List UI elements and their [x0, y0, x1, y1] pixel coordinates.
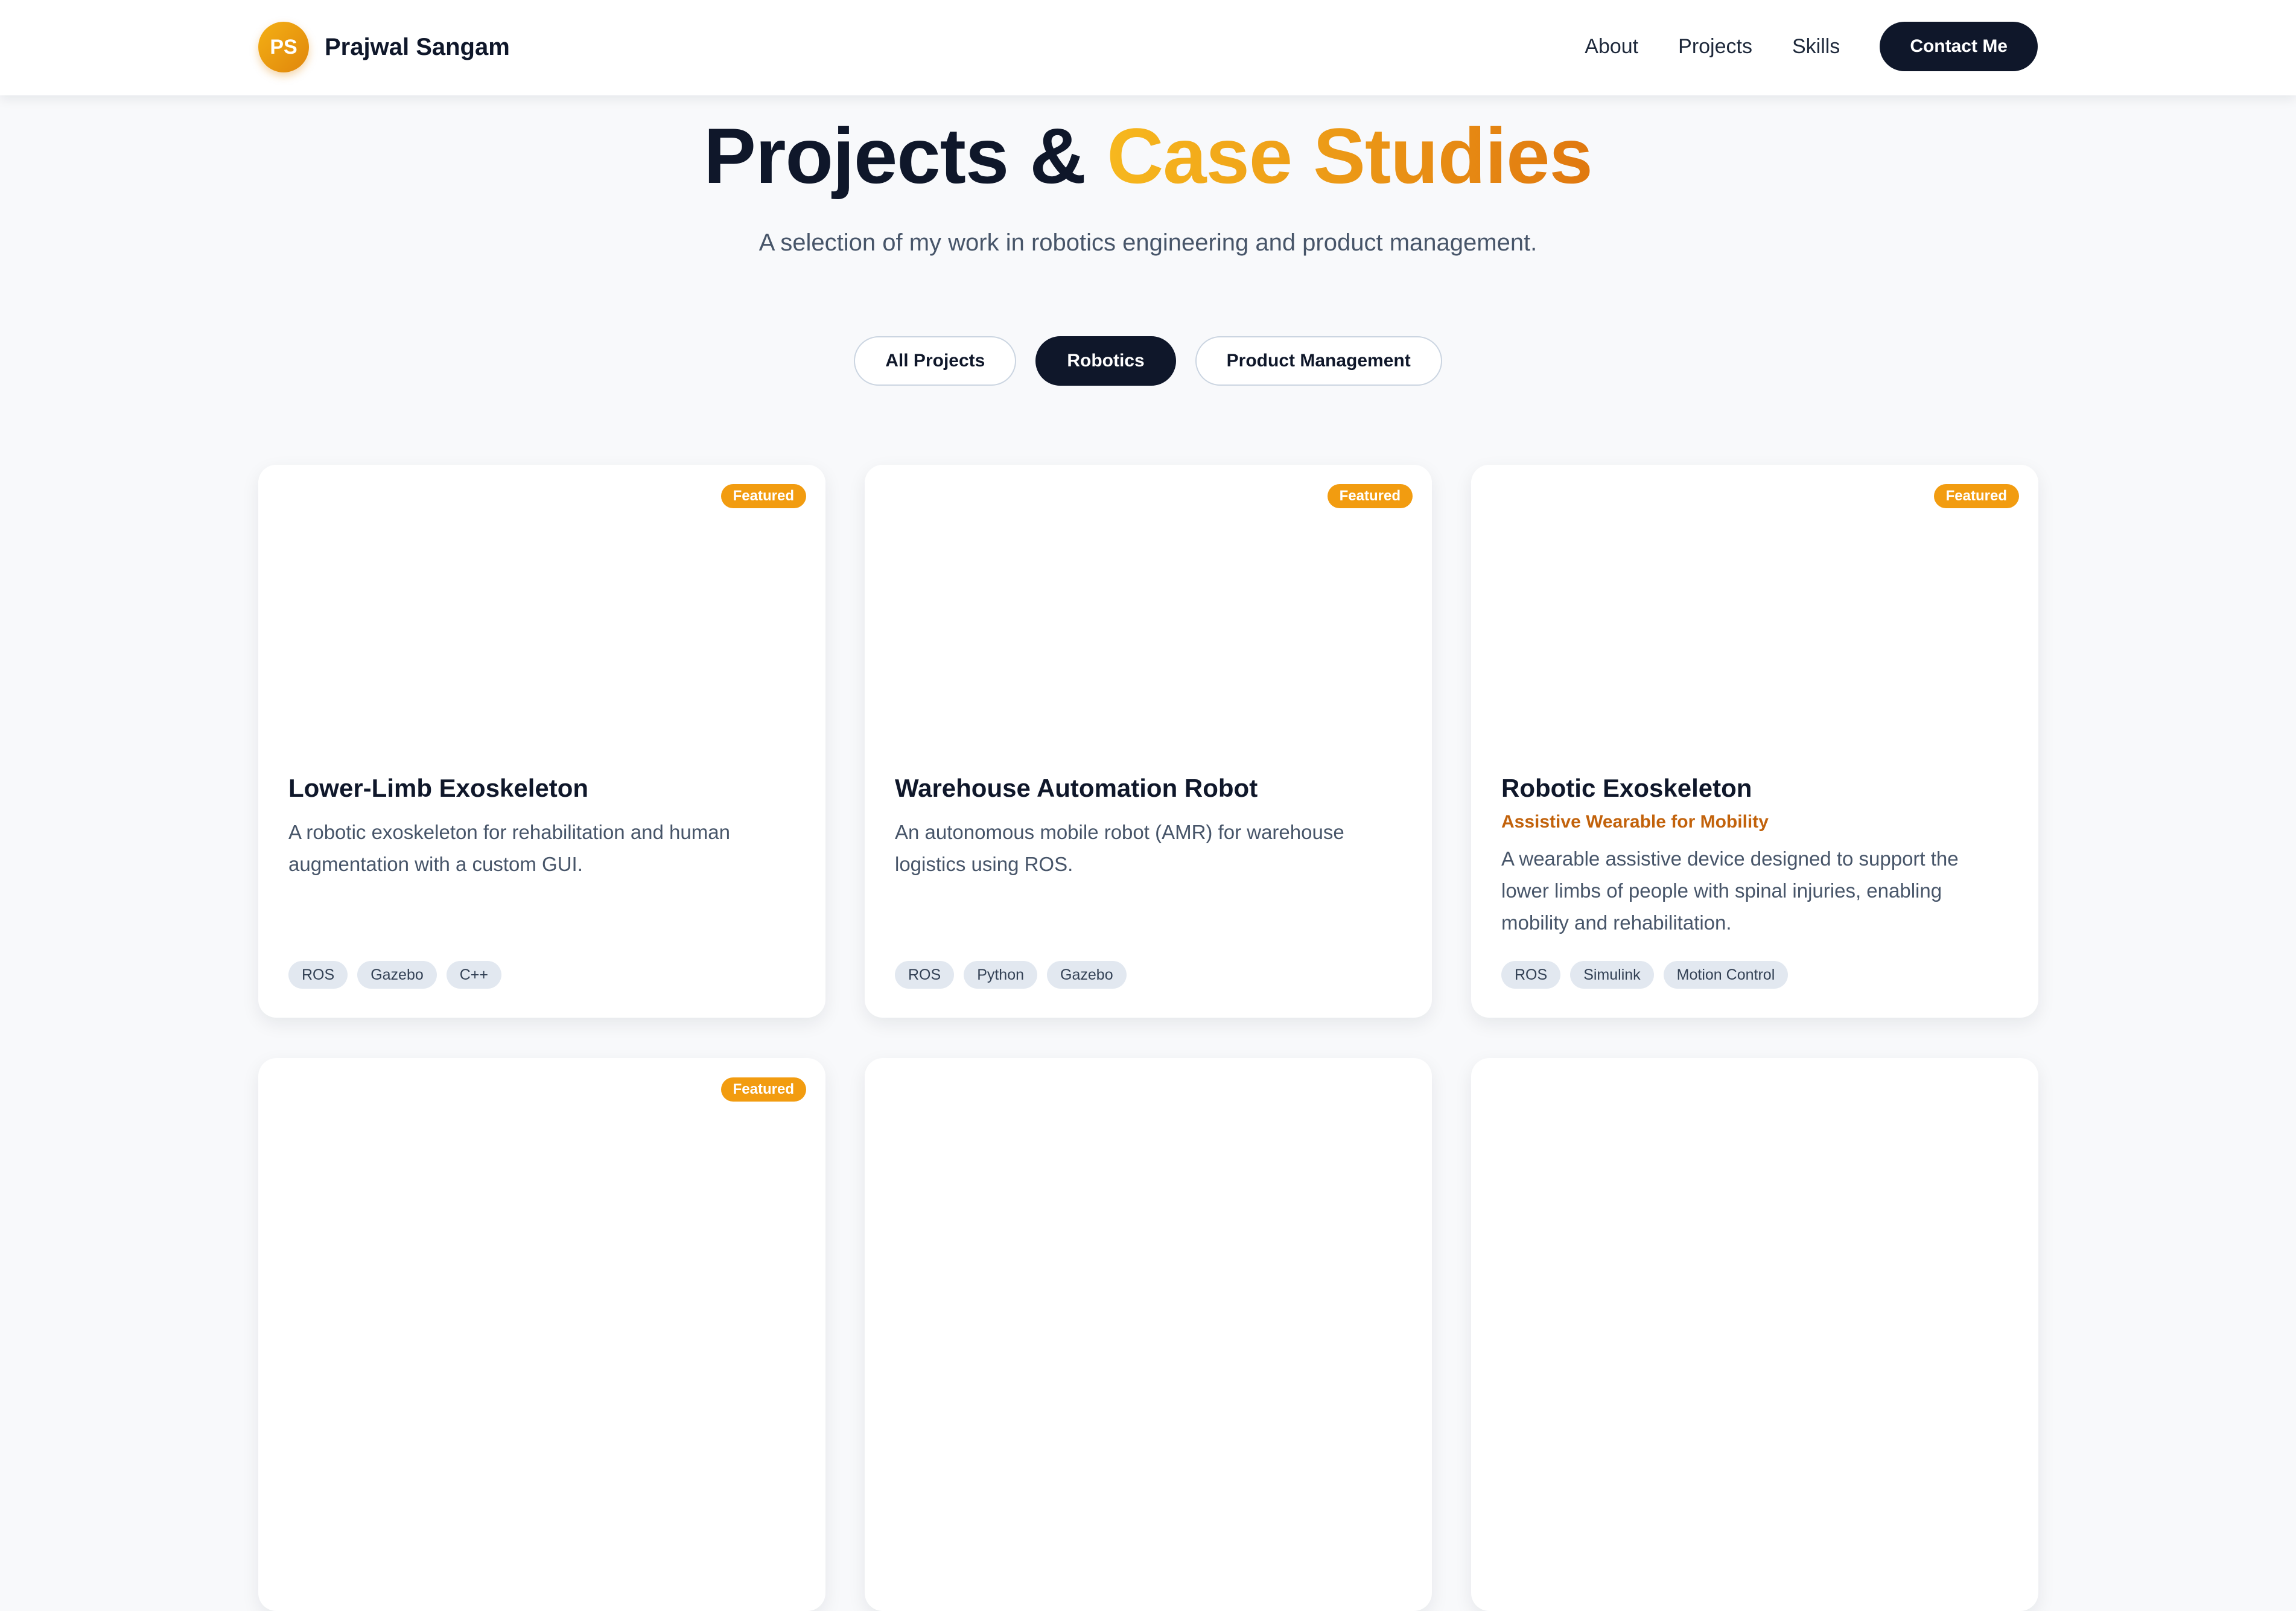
project-card[interactable]: Featured — [258, 1058, 825, 1611]
featured-badge: Featured — [1933, 484, 2019, 508]
tag: Gazebo — [1047, 961, 1127, 989]
tag: ROS — [1501, 961, 1561, 989]
page-subtitle: A selection of my work in robotics engin… — [758, 229, 1538, 256]
filter-robotics[interactable]: Robotics — [1035, 336, 1176, 386]
page-title-main: Projects & — [704, 112, 1107, 200]
project-card[interactable] — [1471, 1058, 2038, 1611]
tag: C++ — [446, 961, 502, 989]
project-title[interactable]: Warehouse Automation Robot — [895, 773, 1402, 804]
tag: Motion Control — [1663, 961, 1789, 989]
nav-link-skills[interactable]: Skills — [1792, 35, 1840, 59]
project-filters: All Projects Robotics Product Management — [0, 336, 2296, 386]
site-header: PS Prajwal Sangam About Projects Skills … — [0, 0, 2296, 95]
project-title[interactable]: Robotic Exoskeleton — [1501, 773, 2008, 804]
filter-all-projects[interactable]: All Projects — [854, 336, 1017, 386]
tag-list: ROS Python Gazebo — [895, 961, 1136, 989]
nav-link-projects[interactable]: Projects — [1678, 35, 1752, 59]
tag-list: ROS Simulink Motion Control — [1501, 961, 1798, 989]
brand[interactable]: PS Prajwal Sangam — [258, 21, 510, 73]
tag: Gazebo — [357, 961, 437, 989]
featured-badge: Featured — [1327, 484, 1413, 508]
tag-list: ROS Gazebo C++ — [288, 961, 511, 989]
contact-me-button[interactable]: Contact Me — [1880, 22, 2038, 71]
card-body: Robotic Exoskeleton Assistive Wearable f… — [1501, 773, 2008, 939]
main-nav: About Projects Skills Contact Me — [1585, 22, 2038, 71]
page-title: Projects & Case Studies — [0, 107, 2296, 204]
tag: Python — [964, 961, 1038, 989]
project-description: A wearable assistive device designed to … — [1501, 847, 1959, 934]
logo-badge[interactable]: PS — [258, 22, 309, 72]
tag: ROS — [288, 961, 348, 989]
nav-link-about[interactable]: About — [1585, 35, 1638, 59]
project-title[interactable]: Lower-Limb Exoskeleton — [288, 773, 795, 804]
featured-badge: Featured — [720, 484, 806, 508]
featured-badge: Featured — [720, 1077, 806, 1102]
card-body: Warehouse Automation Robot An autonomous… — [895, 773, 1402, 880]
brand-name[interactable]: Prajwal Sangam — [325, 34, 510, 61]
project-card-lower-limb-exoskeleton[interactable]: Featured Lower-Limb Exoskeleton A roboti… — [258, 465, 825, 1018]
project-description: An autonomous mobile robot (AMR) for war… — [895, 821, 1344, 875]
tag: ROS — [895, 961, 955, 989]
card-body: Lower-Limb Exoskeleton A robotic exoskel… — [288, 773, 795, 880]
page-title-accent: Case Studies — [1107, 112, 1592, 200]
project-card[interactable] — [865, 1058, 1432, 1611]
project-description: A robotic exoskeleton for rehabilitation… — [288, 821, 730, 875]
project-tagline: Assistive Wearable for Mobility — [1501, 812, 1769, 832]
project-card-warehouse-automation-robot[interactable]: Featured Warehouse Automation Robot An a… — [865, 465, 1432, 1018]
project-card-robotic-exoskeleton[interactable]: Featured Robotic Exoskeleton Assistive W… — [1471, 465, 2038, 1018]
hero-section: Projects & Case Studies A selection of m… — [0, 107, 2296, 257]
tag: Simulink — [1570, 961, 1654, 989]
filter-product-management[interactable]: Product Management — [1195, 336, 1442, 386]
